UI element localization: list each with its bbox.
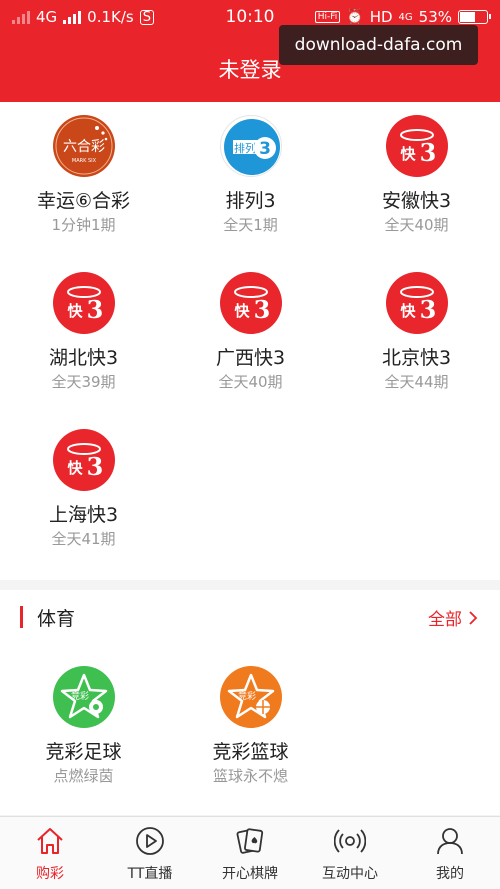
pailie3-icon: 排列 3 xyxy=(220,115,282,177)
svg-text:3: 3 xyxy=(87,295,104,324)
view-all-label: 全部 xyxy=(428,610,462,630)
lottery-frequency: 全天1期 xyxy=(223,216,278,234)
tab-label: 互动中心 xyxy=(322,866,378,882)
sports-name: 竞彩篮球 xyxy=(212,741,289,763)
lottery-frequency: 全天40期 xyxy=(384,216,449,234)
svg-text:六合彩: 六合彩 xyxy=(63,139,105,155)
lottery-frequency: 全天44期 xyxy=(384,373,449,391)
lottery-grid: 六合彩 MARK SIX 幸运⑥合彩 1分钟1期 排列 3 排列3 全天1期 快 xyxy=(0,102,500,580)
svg-text:快: 快 xyxy=(67,459,83,477)
svg-text:3: 3 xyxy=(420,295,437,324)
svg-text:3: 3 xyxy=(259,139,271,159)
tab-label: 开心棋牌 xyxy=(222,866,278,882)
lottery-item-beijing-k3[interactable]: 快 3 北京快3 全天44期 xyxy=(333,259,500,409)
svg-text:竞彩: 竞彩 xyxy=(238,690,256,702)
liuhecai-icon: 六合彩 MARK SIX xyxy=(53,115,115,177)
lottery-frequency: 全天39期 xyxy=(51,373,116,391)
sports-section: 体育 全部 竞彩 竞彩足球 点燃绿茵 竞彩 竞彩篮球 篮球永不熄 xyxy=(0,590,500,815)
tab-label: 购彩 xyxy=(36,866,64,882)
alarm-icon: ⏰ xyxy=(346,9,364,25)
lottery-name: 上海快3 xyxy=(48,504,119,526)
svg-text:MARK SIX: MARK SIX xyxy=(72,158,97,164)
sports-name: 竞彩足球 xyxy=(45,741,122,763)
svg-text:快: 快 xyxy=(67,302,83,320)
lottery-name: 湖北快3 xyxy=(48,347,119,369)
lottery-item-shanghai-k3[interactable]: 快 3 上海快3 全天41期 xyxy=(0,416,167,566)
lottery-item-pailie3[interactable]: 排列 3 排列3 全天1期 xyxy=(167,102,334,252)
view-all-link[interactable]: 全部 xyxy=(428,605,478,630)
lottery-name: 广西快3 xyxy=(215,347,286,369)
tab-tt-live[interactable]: TT直播 xyxy=(100,817,200,889)
user-icon xyxy=(437,828,463,855)
lottery-item-hubei-k3[interactable]: 快 3 湖北快3 全天39期 xyxy=(0,259,167,409)
tab-card-games[interactable]: 开心棋牌 xyxy=(200,817,300,889)
broadcast-icon xyxy=(334,829,366,853)
sports-slogan: 篮球永不熄 xyxy=(212,767,288,785)
home-icon xyxy=(37,828,63,854)
svg-text:排列: 排列 xyxy=(234,141,256,155)
lottery-name: 北京快3 xyxy=(381,347,452,369)
lottery-item-liuhecai[interactable]: 六合彩 MARK SIX 幸运⑥合彩 1分钟1期 xyxy=(0,102,167,252)
sports-slogan: 点燃绿茵 xyxy=(53,767,114,785)
lottery-name: 幸运⑥合彩 xyxy=(36,190,131,212)
hd-label: HD xyxy=(369,8,393,26)
kuai3-icon: 快 3 xyxy=(53,429,115,491)
network-type-2: 4G xyxy=(398,11,413,23)
play-icon xyxy=(136,827,164,855)
chevron-right-icon xyxy=(469,610,478,625)
lottery-frequency: 1分钟1期 xyxy=(51,216,116,234)
section-accent-bar xyxy=(20,606,23,628)
svg-text:快: 快 xyxy=(234,302,250,320)
tab-mine[interactable]: 我的 xyxy=(400,817,500,889)
tab-label: 我的 xyxy=(436,866,464,882)
section-title: 体育 xyxy=(37,608,76,630)
sports-item-basketball[interactable]: 竞彩 竞彩篮球 篮球永不熄 xyxy=(167,653,334,803)
svg-text:3: 3 xyxy=(87,452,104,481)
svg-text:3: 3 xyxy=(420,138,437,167)
kuai3-icon: 快 3 xyxy=(220,272,282,334)
svg-text:竞彩: 竞彩 xyxy=(71,690,89,702)
lottery-name: 安徽快3 xyxy=(381,190,452,212)
kuai3-icon: 快 3 xyxy=(53,272,115,334)
watermark: download-dafa.com xyxy=(279,25,478,65)
lottery-item-guangxi-k3[interactable]: 快 3 广西快3 全天40期 xyxy=(167,259,334,409)
svg-text:3: 3 xyxy=(254,295,271,324)
battery-icon xyxy=(458,10,491,24)
kuai3-icon: 快 3 xyxy=(386,272,448,334)
cards-icon xyxy=(236,828,264,854)
basketball-icon: 竞彩 xyxy=(220,666,282,728)
hifi-badge: Hi-Fi xyxy=(314,11,341,23)
svg-text:快: 快 xyxy=(400,302,416,320)
lottery-frequency: 全天41期 xyxy=(51,530,116,548)
tab-buy-lottery[interactable]: 购彩 xyxy=(0,817,100,889)
tab-label: TT直播 xyxy=(127,866,173,882)
lottery-item-anhui-k3[interactable]: 快 3 安徽快3 全天40期 xyxy=(333,102,500,252)
lottery-name: 排列3 xyxy=(225,190,276,212)
svg-text:快: 快 xyxy=(400,145,416,163)
football-icon: 竞彩 xyxy=(53,666,115,728)
bottom-tab-bar: 购彩 TT直播 开心棋牌 互动中心 我的 xyxy=(0,816,500,889)
lottery-frequency: 全天40期 xyxy=(218,373,283,391)
kuai3-icon: 快 3 xyxy=(386,115,448,177)
tab-interaction-center[interactable]: 互动中心 xyxy=(300,817,400,889)
battery-percent: 53% xyxy=(418,8,452,26)
sports-item-football[interactable]: 竞彩 竞彩足球 点燃绿茵 xyxy=(0,653,167,803)
